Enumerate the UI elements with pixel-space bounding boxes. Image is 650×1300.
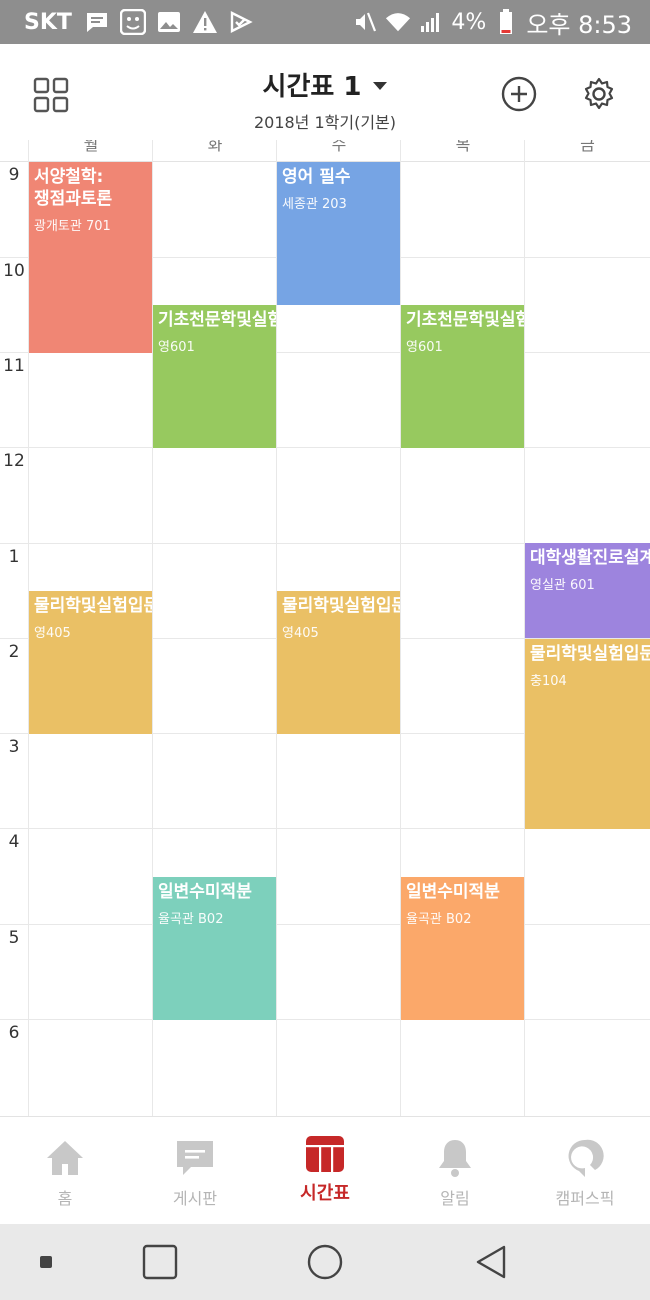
battery-icon bbox=[493, 9, 519, 35]
course-name: 영어 필수 bbox=[282, 167, 351, 187]
hour-label: 2 bbox=[8, 642, 20, 662]
recents-dot-icon[interactable] bbox=[26, 1242, 66, 1282]
course-block[interactable]: 일변수미적분 율곡관 B02 bbox=[401, 876, 524, 1020]
day-label-thu: 목 bbox=[455, 140, 471, 154]
app-header: 시간표 1 2018년 1학기(기본) bbox=[0, 44, 650, 140]
grid-icon[interactable] bbox=[33, 77, 69, 113]
course-block[interactable]: 서양철학:쟁점과토론 광개토관 701 bbox=[29, 162, 152, 353]
hour-label: 5 bbox=[8, 928, 20, 948]
bell-icon[interactable] bbox=[434, 1137, 476, 1179]
course-block[interactable]: 물리학및실험입문1 영405 bbox=[277, 590, 400, 734]
course-name: 일변수미적분 bbox=[158, 881, 252, 902]
tab-board[interactable]: 게시판 bbox=[130, 1117, 260, 1225]
course-room: 율곡관 B02 bbox=[158, 911, 224, 927]
course-room: 율곡관 B02 bbox=[406, 911, 472, 927]
plus-circle-icon[interactable] bbox=[501, 76, 537, 112]
status-right: 4% 오후 8:53 bbox=[352, 0, 632, 44]
settings-button[interactable] bbox=[581, 76, 617, 112]
status-bar: SKT 4% 오후 8:53 bbox=[0, 0, 650, 44]
grid-row-line bbox=[0, 924, 650, 925]
course-name: 물리학및실험입문1 bbox=[282, 595, 400, 616]
day-header: 월 화 수 목 금 bbox=[0, 140, 650, 162]
course-name: 대학생활진로설계 bbox=[530, 548, 650, 569]
tab-home[interactable]: 홈 bbox=[0, 1117, 130, 1225]
hour-label: 3 bbox=[8, 737, 20, 757]
tab-label[interactable]: 홈 bbox=[0, 1185, 130, 1209]
message-icon bbox=[84, 9, 110, 35]
image-icon bbox=[156, 9, 182, 35]
caret-down-icon[interactable] bbox=[373, 81, 388, 90]
tab-label[interactable]: 캠퍼스픽 bbox=[520, 1185, 650, 1209]
bottom-tab-bar: 홈 게시판 시간표 알림 캠퍼스픽 bbox=[0, 1116, 650, 1224]
course-block[interactable]: 일변수미적분 율곡관 B02 bbox=[153, 876, 276, 1020]
carrier-label: SKT bbox=[24, 9, 72, 35]
tab-label[interactable]: 시간표 bbox=[260, 1179, 390, 1205]
course-room: 영405 bbox=[34, 625, 71, 641]
wifi-icon bbox=[385, 9, 411, 35]
course-room: 영601 bbox=[406, 339, 443, 355]
day-label-wed: 수 bbox=[331, 140, 347, 154]
warning-icon bbox=[192, 9, 218, 35]
course-block[interactable]: 기초천문학및실험1 영601 bbox=[401, 304, 524, 448]
timetable-grid[interactable]: 월 화 수 목 금 9 10 11 12 1 2 3 4 5 6 서양철학:쟁점… bbox=[0, 140, 650, 1116]
course-block[interactable]: 영어 필수 세종관 203 bbox=[277, 162, 400, 305]
course-block[interactable]: 물리학및실험입문1 충104 bbox=[525, 638, 650, 830]
course-name: 일변수미적분 bbox=[406, 881, 500, 902]
chat-icon[interactable] bbox=[174, 1137, 216, 1179]
hour-label: 10 bbox=[3, 261, 25, 281]
check-badge-icon bbox=[228, 9, 254, 35]
course-block[interactable]: 대학생활진로설계 영실관 601 bbox=[525, 543, 650, 639]
home-icon[interactable] bbox=[44, 1137, 86, 1179]
status-left: SKT bbox=[24, 0, 254, 44]
timetable-selector[interactable]: 시간표 1 2018년 1학기(기본) bbox=[180, 66, 470, 133]
tab-label[interactable]: 알림 bbox=[390, 1185, 520, 1209]
course-block[interactable]: 기초천문학및실험1 영601 bbox=[153, 304, 276, 448]
course-name: 기초천문학및실험1 bbox=[158, 309, 276, 330]
back-triangle-icon[interactable] bbox=[472, 1242, 512, 1282]
tab-timetable[interactable]: 시간표 bbox=[260, 1117, 390, 1225]
tab-label[interactable]: 게시판 bbox=[130, 1185, 260, 1209]
day-label-tue: 화 bbox=[207, 140, 223, 154]
course-name: 기초천문학및실험1 bbox=[406, 309, 524, 330]
hour-label: 6 bbox=[8, 1023, 20, 1043]
course-room: 충104 bbox=[530, 673, 567, 689]
course-room: 영405 bbox=[282, 625, 319, 641]
overview-square-icon[interactable] bbox=[140, 1242, 180, 1282]
campuspick-icon[interactable] bbox=[564, 1137, 606, 1179]
grid-row-line bbox=[0, 447, 650, 448]
course-room: 영실관 601 bbox=[530, 578, 595, 594]
home-circle-icon[interactable] bbox=[305, 1242, 345, 1282]
day-label-fri: 금 bbox=[580, 140, 595, 154]
hour-label: 11 bbox=[3, 356, 25, 376]
day-label-mon: 월 bbox=[83, 140, 99, 154]
course-name: 물리학및실험입문1 bbox=[530, 643, 650, 664]
clock: 오후 8:53 bbox=[526, 10, 632, 39]
tab-notifications[interactable]: 알림 bbox=[390, 1117, 520, 1225]
course-block[interactable]: 물리학및실험입문1 영405 bbox=[29, 590, 152, 734]
add-course-button[interactable] bbox=[501, 76, 537, 112]
battery-percent: 4% bbox=[451, 9, 487, 35]
hour-label: 4 bbox=[8, 832, 20, 852]
mute-icon bbox=[352, 9, 378, 35]
page-title[interactable]: 시간표 1 bbox=[263, 66, 362, 103]
gear-icon[interactable] bbox=[581, 76, 617, 112]
hour-label: 9 bbox=[8, 165, 20, 185]
signal-icon bbox=[418, 9, 444, 35]
semester-subtitle: 2018년 1학기(기본) bbox=[253, 113, 397, 132]
tab-campuspick[interactable]: 캠퍼스픽 bbox=[520, 1117, 650, 1225]
hour-label: 12 bbox=[3, 451, 25, 471]
system-nav-bar bbox=[0, 1224, 650, 1300]
course-room: 영601 bbox=[158, 339, 195, 355]
course-room: 광개토관 701 bbox=[34, 219, 111, 234]
timetable-icon[interactable] bbox=[304, 1133, 346, 1175]
app-face-icon bbox=[119, 9, 146, 35]
course-room: 세종관 203 bbox=[282, 197, 347, 212]
course-name: 서양철학:쟁점과토론 bbox=[34, 167, 113, 209]
hour-label: 1 bbox=[8, 547, 20, 567]
course-name: 물리학및실험입문1 bbox=[34, 595, 152, 616]
grid-row-line bbox=[0, 1019, 650, 1020]
